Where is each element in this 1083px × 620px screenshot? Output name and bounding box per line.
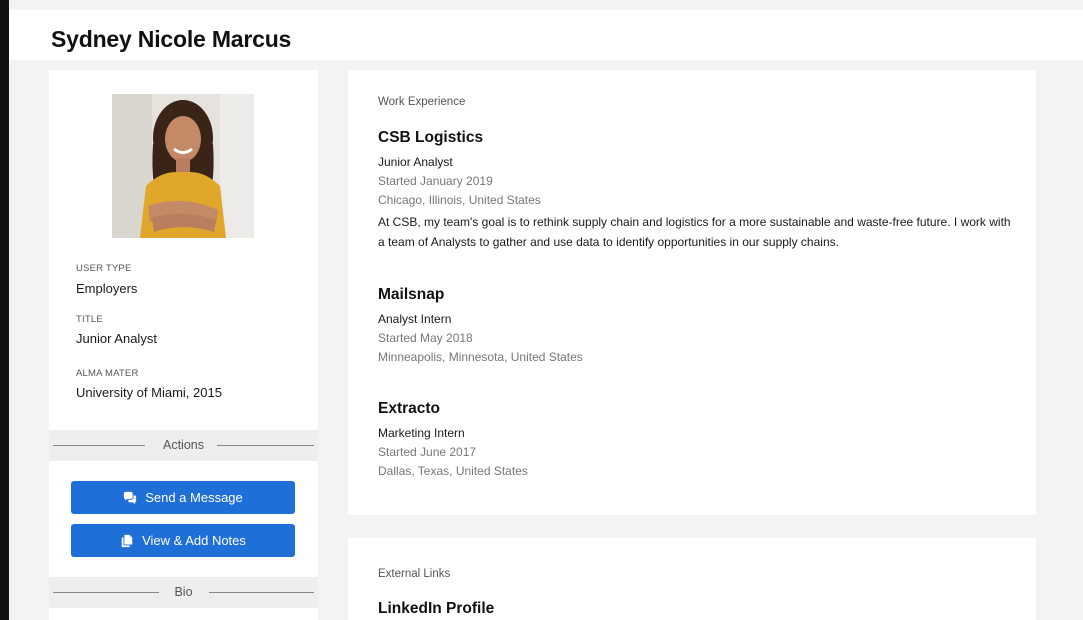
job-start-date: Started June 2017 xyxy=(378,445,477,459)
job-role: Marketing Intern xyxy=(378,426,465,440)
job-entry: Mailsnap Analyst Intern Started May 2018… xyxy=(378,286,1018,367)
send-message-button[interactable]: Send a Message xyxy=(71,481,295,514)
job-company: CSB Logistics xyxy=(378,129,484,146)
avatar xyxy=(112,94,254,238)
job-company: Extracto xyxy=(378,400,441,417)
view-add-notes-button[interactable]: View & Add Notes xyxy=(71,524,295,557)
alma-mater-value: University of Miami, 2015 xyxy=(76,385,222,400)
work-experience-card: Work Experience CSB Logistics Junior Ana… xyxy=(348,70,1036,515)
page-header: Sydney Nicole Marcus xyxy=(9,10,1083,60)
external-links-heading: External Links xyxy=(378,568,451,580)
profile-card: USER TYPE Employers TITLE Junior Analyst… xyxy=(49,70,318,620)
job-start-date: Started January 2019 xyxy=(378,174,493,188)
avatar-photo xyxy=(112,94,254,238)
external-links-card: External Links LinkedIn Profile xyxy=(348,538,1036,620)
user-type-label: USER TYPE xyxy=(76,263,132,274)
job-location: Minneapolis, Minnesota, United States xyxy=(378,350,583,364)
title-value: Junior Analyst xyxy=(76,331,157,346)
job-entry: CSB Logistics Junior Analyst Started Jan… xyxy=(378,129,1018,252)
view-add-notes-label: View & Add Notes xyxy=(142,533,246,548)
bio-divider: Bio xyxy=(49,577,318,608)
divider-line-right xyxy=(209,592,314,593)
divider-line-right xyxy=(217,445,314,446)
linkedin-profile-link[interactable]: LinkedIn Profile xyxy=(378,600,494,618)
job-role: Analyst Intern xyxy=(378,312,452,326)
user-type-value: Employers xyxy=(76,281,138,296)
actions-divider: Actions xyxy=(49,430,318,461)
job-role: Junior Analyst xyxy=(378,155,453,169)
job-company: Mailsnap xyxy=(378,286,445,303)
alma-mater-label: ALMA MATER xyxy=(76,368,139,379)
send-message-label: Send a Message xyxy=(145,490,243,505)
page-title: Sydney Nicole Marcus xyxy=(51,26,292,52)
job-description: At CSB, my team's goal is to rethink sup… xyxy=(378,215,1011,249)
job-location: Chicago, Illinois, United States xyxy=(378,193,541,207)
job-location: Dallas, Texas, United States xyxy=(378,464,528,478)
copy-notes-icon xyxy=(121,534,133,547)
job-start-date: Started May 2018 xyxy=(378,331,473,345)
left-edge-bar xyxy=(0,0,9,620)
chat-bubbles-icon xyxy=(124,491,137,504)
job-entry: Extracto Marketing Intern Started June 2… xyxy=(378,400,1018,481)
work-experience-heading: Work Experience xyxy=(378,96,466,108)
title-label: TITLE xyxy=(76,314,103,325)
